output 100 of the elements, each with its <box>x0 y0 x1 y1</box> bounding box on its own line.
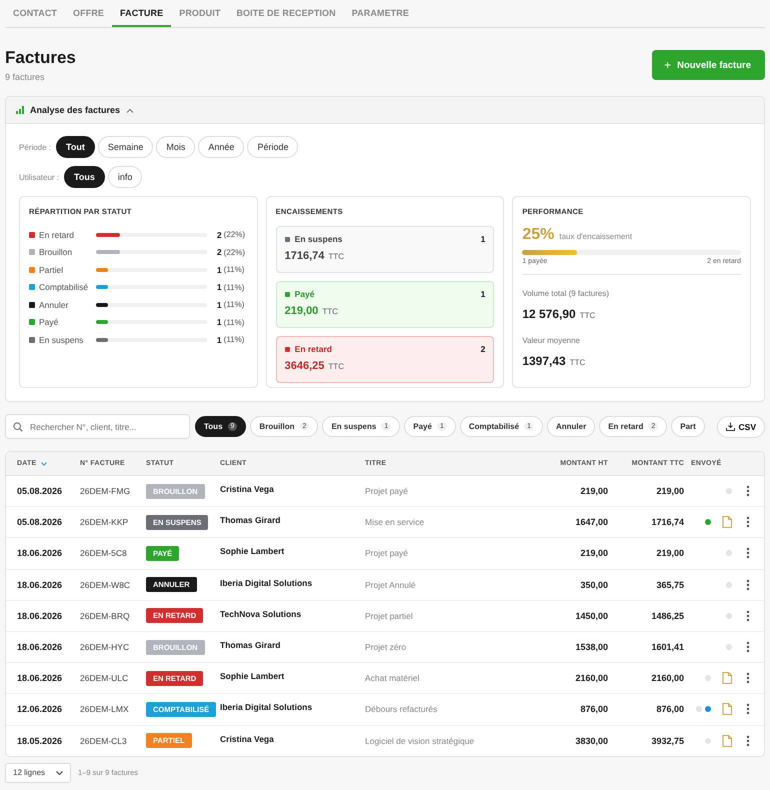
title-cell-text: Projet partiel <box>365 610 414 621</box>
amount-cell-text: 219,00 <box>655 548 684 558</box>
date-cell-text: 18.06.2026 <box>17 580 64 590</box>
csv-export-button[interactable]: CSV <box>716 416 765 438</box>
filter-pill[interactable]: info <box>108 166 142 188</box>
card-amount: 1716,74 <box>284 250 324 262</box>
card-label: En suspens <box>294 234 344 244</box>
amount-cell-text: 3932,75 <box>650 736 684 746</box>
rows-per-page-select[interactable]: 12 lignes <box>5 762 71 783</box>
filter-pill[interactable]: Période <box>247 136 298 158</box>
status-filter-chip[interactable]: Annuler <box>546 416 596 437</box>
card-amount: 3646,25 <box>284 360 324 372</box>
amount-cell-text: 219,00 <box>655 486 684 496</box>
card-amount: 219,00 <box>284 305 318 317</box>
invoice-number-cell-text: 26DEM-HYC <box>80 642 130 652</box>
status-share: (11%) <box>224 318 246 327</box>
card-label: Payé <box>294 289 316 299</box>
sort-caret-icon[interactable] <box>41 462 48 466</box>
title-cell-text: Mise en service <box>365 517 426 528</box>
client-cell-text: TechNova Solutions <box>220 608 302 619</box>
amount-cell-text: 2160,00 <box>650 673 684 684</box>
search-field[interactable]: Rechercher N°, client, titre... <box>5 414 190 439</box>
invoice-number-cell-text: 26DEM-W8C <box>80 580 132 590</box>
client-cell-text: Thomas Girard <box>220 638 282 650</box>
amount-cell-text: 365,75 <box>655 580 684 590</box>
stat-label: Valeur moyenne <box>522 336 580 345</box>
status-share: (22%) <box>224 230 246 240</box>
amount-cell-text: 2160,00 <box>574 673 608 684</box>
card-count: 1 <box>480 234 486 244</box>
panel-title: Analyse des factures <box>30 105 120 115</box>
status-label: En suspens <box>39 334 84 345</box>
amount-cell-text: 219,00 <box>579 548 608 558</box>
filter-label: Période : <box>19 142 52 152</box>
status-label: Partiel <box>39 264 64 275</box>
more-icon[interactable] <box>746 547 750 560</box>
title-cell-text: Achat matériel <box>365 673 420 684</box>
nav-tab[interactable]: FACTURE <box>112 0 172 27</box>
page-title: Factures <box>5 48 76 68</box>
date-cell-text: 18.06.2026 <box>17 642 64 652</box>
more-icon[interactable] <box>746 610 750 622</box>
invoice-number-cell-text: 26DEM-5C8 <box>80 548 128 558</box>
more-icon[interactable] <box>746 485 750 498</box>
more-icon[interactable] <box>746 703 750 716</box>
invoice-number-cell-text: 26DEM-KKP <box>80 517 130 528</box>
client-cell-text: Sophie Lambert <box>220 670 286 682</box>
title-cell-text: Logiciel de vision stratégique <box>365 736 476 746</box>
amount-cell-text: 1450,00 <box>574 610 608 621</box>
status-share: (11%) <box>224 265 246 274</box>
invoice-number-cell-text: 26DEM-BRQ <box>80 610 131 621</box>
status-count: 1 <box>216 264 222 275</box>
invoice-number-cell-text: 26DEM-LMX <box>80 704 130 714</box>
chevron-icon <box>56 770 63 775</box>
status-count: 2 <box>216 230 222 240</box>
collection-rate: 25% <box>522 226 554 244</box>
amount-cell-text: 1647,00 <box>574 517 608 528</box>
amount-cell-text: 1716,74 <box>650 517 684 528</box>
chevron-icon[interactable] <box>126 108 134 112</box>
more-icon[interactable] <box>746 734 750 747</box>
status-count: 1 <box>216 317 222 328</box>
filter-pill[interactable]: Semaine <box>98 136 154 158</box>
title-cell-text: Projet zéro <box>365 642 408 652</box>
more-icon[interactable] <box>746 641 750 654</box>
amount-cell-text: 876,00 <box>655 704 684 714</box>
date-cell-text: 05.08.2026 <box>17 486 64 496</box>
title-cell-text: Projet Annulé <box>365 580 417 590</box>
filter-pill[interactable]: Tout <box>56 136 95 158</box>
more-icon[interactable] <box>746 578 750 591</box>
status-label: Comptabilisé <box>39 282 90 292</box>
stat-value: 12 576,90 <box>522 307 576 321</box>
filter-pill[interactable]: Mois <box>156 136 196 158</box>
amount-cell-text: 219,00 <box>579 486 608 496</box>
filter-pill[interactable]: Année <box>198 136 244 158</box>
client-cell-text: Iberia Digital Solutions <box>220 701 314 712</box>
status-swatch <box>284 236 290 242</box>
date-cell-text: 05.08.2026 <box>17 517 64 528</box>
filter-pill[interactable]: Tous <box>64 166 105 188</box>
status-filter-chip[interactable]: Part <box>671 416 705 437</box>
currency-unit: TTC <box>328 252 344 261</box>
status-share: (11%) <box>224 335 246 344</box>
client-cell-text: Iberia Digital Solutions <box>220 576 314 588</box>
amount-cell-text: 876,00 <box>579 704 608 714</box>
card-label: En retard <box>294 344 333 354</box>
client-cell-text: Sophie Lambert <box>220 545 286 556</box>
status-label: Brouillon <box>39 247 74 258</box>
date-cell-text: 18.06.2026 <box>17 610 64 621</box>
invoice-number-cell-text: 26DEM-FMG <box>80 486 132 496</box>
date-cell-text: 18.06.2026 <box>17 548 64 558</box>
card-count: 1 <box>480 289 486 299</box>
more-icon[interactable] <box>746 672 750 684</box>
rate-label: taux d'encaissement <box>559 232 632 241</box>
title-cell-text: Débours refacturés <box>365 704 438 714</box>
amount-cell-text: 350,00 <box>579 580 608 590</box>
stat-label: Volume total (9 factures) <box>522 289 610 298</box>
status-count: 1 <box>216 334 222 345</box>
amount-cell-text: 3830,00 <box>574 736 608 746</box>
status-count: 1 <box>216 282 222 292</box>
date-cell-text: 12.06.2026 <box>17 704 64 714</box>
client-cell-text: Cristina Vega <box>220 732 275 744</box>
currency-unit: TTC <box>328 362 344 371</box>
more-icon[interactable] <box>746 516 750 528</box>
